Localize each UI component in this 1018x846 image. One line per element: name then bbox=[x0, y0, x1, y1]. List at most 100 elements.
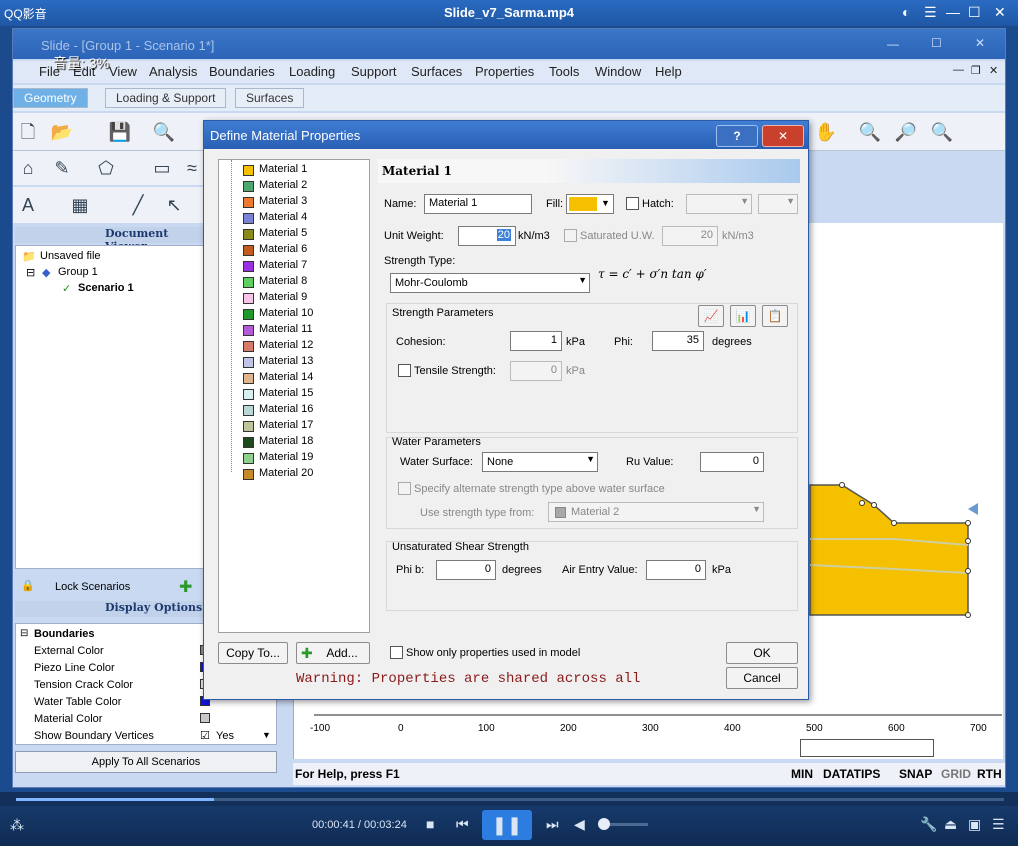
previous-icon[interactable]: ⏮ bbox=[456, 816, 469, 833]
layout-icon[interactable]: ▣ bbox=[968, 816, 981, 833]
boundary-add-icon[interactable]: ⬠ bbox=[93, 155, 119, 181]
tools-icon[interactable]: 🔧 bbox=[920, 816, 937, 833]
hatch-pattern-select[interactable]: ▼ bbox=[686, 194, 752, 214]
material-item[interactable]: Material 2 bbox=[243, 179, 307, 195]
copy-to-button[interactable]: Copy To... bbox=[218, 642, 288, 664]
alternate-strength-checkbox[interactable] bbox=[398, 482, 411, 495]
menu-analysis[interactable]: Analysis bbox=[149, 64, 197, 79]
tree-unsaved-file[interactable]: Unsaved file bbox=[40, 250, 101, 262]
menu-window[interactable]: Window bbox=[595, 64, 641, 79]
tab-geometry[interactable]: Geometry bbox=[13, 88, 88, 108]
tensile-strength-checkbox[interactable] bbox=[398, 364, 411, 377]
collapse-icon[interactable]: ⊟ bbox=[26, 266, 35, 279]
cohesion-input[interactable]: 1 bbox=[510, 331, 562, 351]
help-button[interactable]: ? bbox=[716, 125, 758, 147]
table-icon[interactable]: ▦ bbox=[67, 192, 93, 218]
mdi-restore-icon[interactable]: ❐ bbox=[971, 64, 981, 77]
menu-loading[interactable]: Loading bbox=[289, 64, 335, 79]
next-icon[interactable]: ⏭ bbox=[546, 816, 559, 833]
unit-weight-input[interactable]: 20 bbox=[458, 226, 516, 246]
status-rth[interactable]: RTH bbox=[977, 767, 1002, 781]
material-item[interactable]: Material 9 bbox=[243, 291, 307, 307]
material-item[interactable]: Material 15 bbox=[243, 387, 313, 403]
material-item[interactable]: Material 19 bbox=[243, 451, 313, 467]
pause-icon[interactable]: ❚❚ bbox=[482, 810, 532, 840]
app-maximize-icon[interactable]: ☐ bbox=[931, 36, 942, 50]
seek-track[interactable] bbox=[16, 798, 1004, 801]
material-item[interactable]: Material 18 bbox=[243, 435, 313, 451]
eraser-icon[interactable]: ⌂ bbox=[15, 155, 41, 181]
player-close-icon[interactable]: ✕ bbox=[994, 4, 1006, 21]
strength-function-button[interactable]: 📈 bbox=[698, 305, 724, 327]
zoom-icon[interactable]: 🔍 bbox=[857, 119, 883, 145]
material-item[interactable]: Material 12 bbox=[243, 339, 313, 355]
material-item[interactable]: Material 17 bbox=[243, 419, 313, 435]
material-item[interactable]: Material 11 bbox=[243, 323, 313, 339]
playlist-icon[interactable]: ☰ bbox=[992, 816, 1005, 833]
show-vertices-check-icon[interactable]: ☑ bbox=[200, 729, 210, 742]
saturated-uw-input[interactable]: 20 bbox=[662, 226, 718, 246]
material-item[interactable]: Material 3 bbox=[243, 195, 307, 211]
strength-type-select[interactable]: Mohr-Coulomb ▼ bbox=[390, 273, 590, 293]
status-min[interactable]: MIN bbox=[791, 767, 813, 781]
text-box-icon[interactable]: A bbox=[15, 192, 41, 218]
material-item[interactable]: Material 5 bbox=[243, 227, 307, 243]
status-datatips[interactable]: DATATIPS bbox=[823, 767, 880, 781]
show-only-used-checkbox[interactable] bbox=[390, 646, 403, 659]
app-minimize-icon[interactable]: — bbox=[887, 37, 899, 51]
zoom-in-icon[interactable]: 🔎 bbox=[893, 119, 919, 145]
arrow-tool-icon[interactable]: ↖ bbox=[161, 192, 187, 218]
player-menu-icon[interactable]: ☰ bbox=[924, 4, 937, 21]
menu-tools[interactable]: Tools bbox=[549, 64, 579, 79]
print-preview-icon[interactable]: 🔍 bbox=[151, 119, 177, 145]
menu-help[interactable]: Help bbox=[655, 64, 682, 79]
material-item[interactable]: Material 10 bbox=[243, 307, 313, 323]
material-item[interactable]: Material 4 bbox=[243, 211, 307, 227]
material-assign-icon[interactable]: ▭ bbox=[149, 155, 175, 181]
tab-loading-support[interactable]: Loading & Support bbox=[105, 88, 227, 108]
tensile-strength-input[interactable]: 0 bbox=[510, 361, 562, 381]
mdi-minimize-icon[interactable]: — bbox=[953, 64, 964, 76]
save-icon[interactable]: 💾 bbox=[107, 119, 133, 145]
hatch-checkbox[interactable] bbox=[626, 197, 639, 210]
material-item[interactable]: Material 1 bbox=[243, 163, 308, 179]
player-skin-icon[interactable]: ◐ bbox=[902, 4, 910, 20]
footprint-icon[interactable]: ⁂ bbox=[10, 817, 24, 834]
strength-table-button[interactable]: 📋 bbox=[762, 305, 788, 327]
dropdown-arrow-icon[interactable]: ▼ bbox=[262, 730, 271, 740]
material-item[interactable]: Material 6 bbox=[243, 243, 307, 259]
material-color-swatch[interactable] bbox=[200, 713, 210, 723]
water-table-icon[interactable]: ≈ bbox=[179, 155, 205, 181]
boundary-edit-icon[interactable]: ✎ bbox=[49, 155, 75, 181]
material-item[interactable]: Material 8 bbox=[243, 275, 307, 291]
section-collapse-icon[interactable]: ⊟ bbox=[20, 628, 28, 639]
seek-bar[interactable] bbox=[0, 792, 1018, 806]
phi-b-input[interactable]: 0 bbox=[436, 560, 496, 580]
mdi-close-icon[interactable]: ✕ bbox=[989, 64, 998, 77]
open-folder-icon[interactable]: 📂 bbox=[49, 119, 75, 145]
name-input[interactable]: Material 1 bbox=[424, 194, 532, 214]
menu-support[interactable]: Support bbox=[351, 64, 397, 79]
fill-dropdown-arrow-icon[interactable]: ▼ bbox=[601, 198, 610, 208]
material-item[interactable]: Material 7 bbox=[243, 259, 307, 275]
saturated-uw-checkbox[interactable] bbox=[564, 229, 577, 242]
status-snap[interactable]: SNAP bbox=[899, 767, 932, 781]
stop-icon[interactable]: ■ bbox=[426, 816, 434, 832]
tree-group-1[interactable]: Group 1 bbox=[58, 266, 98, 278]
ru-value-input[interactable]: 0 bbox=[700, 452, 764, 472]
cancel-button[interactable]: Cancel bbox=[726, 667, 798, 689]
material-item[interactable]: Material 13 bbox=[243, 355, 313, 371]
use-strength-from-select[interactable]: Material 2 ▼ bbox=[548, 502, 764, 522]
status-grid[interactable]: GRID bbox=[941, 767, 971, 781]
tab-surfaces[interactable]: Surfaces bbox=[235, 88, 305, 108]
lock-icon[interactable]: 🔒 bbox=[21, 579, 35, 592]
zoom-all-icon[interactable]: 🔍 bbox=[929, 119, 955, 145]
menu-properties[interactable]: Properties bbox=[475, 64, 534, 79]
menu-boundaries[interactable]: Boundaries bbox=[209, 64, 275, 79]
volume-knob[interactable] bbox=[598, 818, 610, 830]
menu-view[interactable]: View bbox=[109, 64, 137, 79]
show-vertices-value[interactable]: Yes bbox=[216, 730, 234, 742]
new-file-icon[interactable]: 🗋 bbox=[15, 119, 41, 145]
water-surface-select[interactable]: None ▼ bbox=[482, 452, 598, 472]
speaker-icon[interactable]: ◀ bbox=[574, 816, 585, 833]
